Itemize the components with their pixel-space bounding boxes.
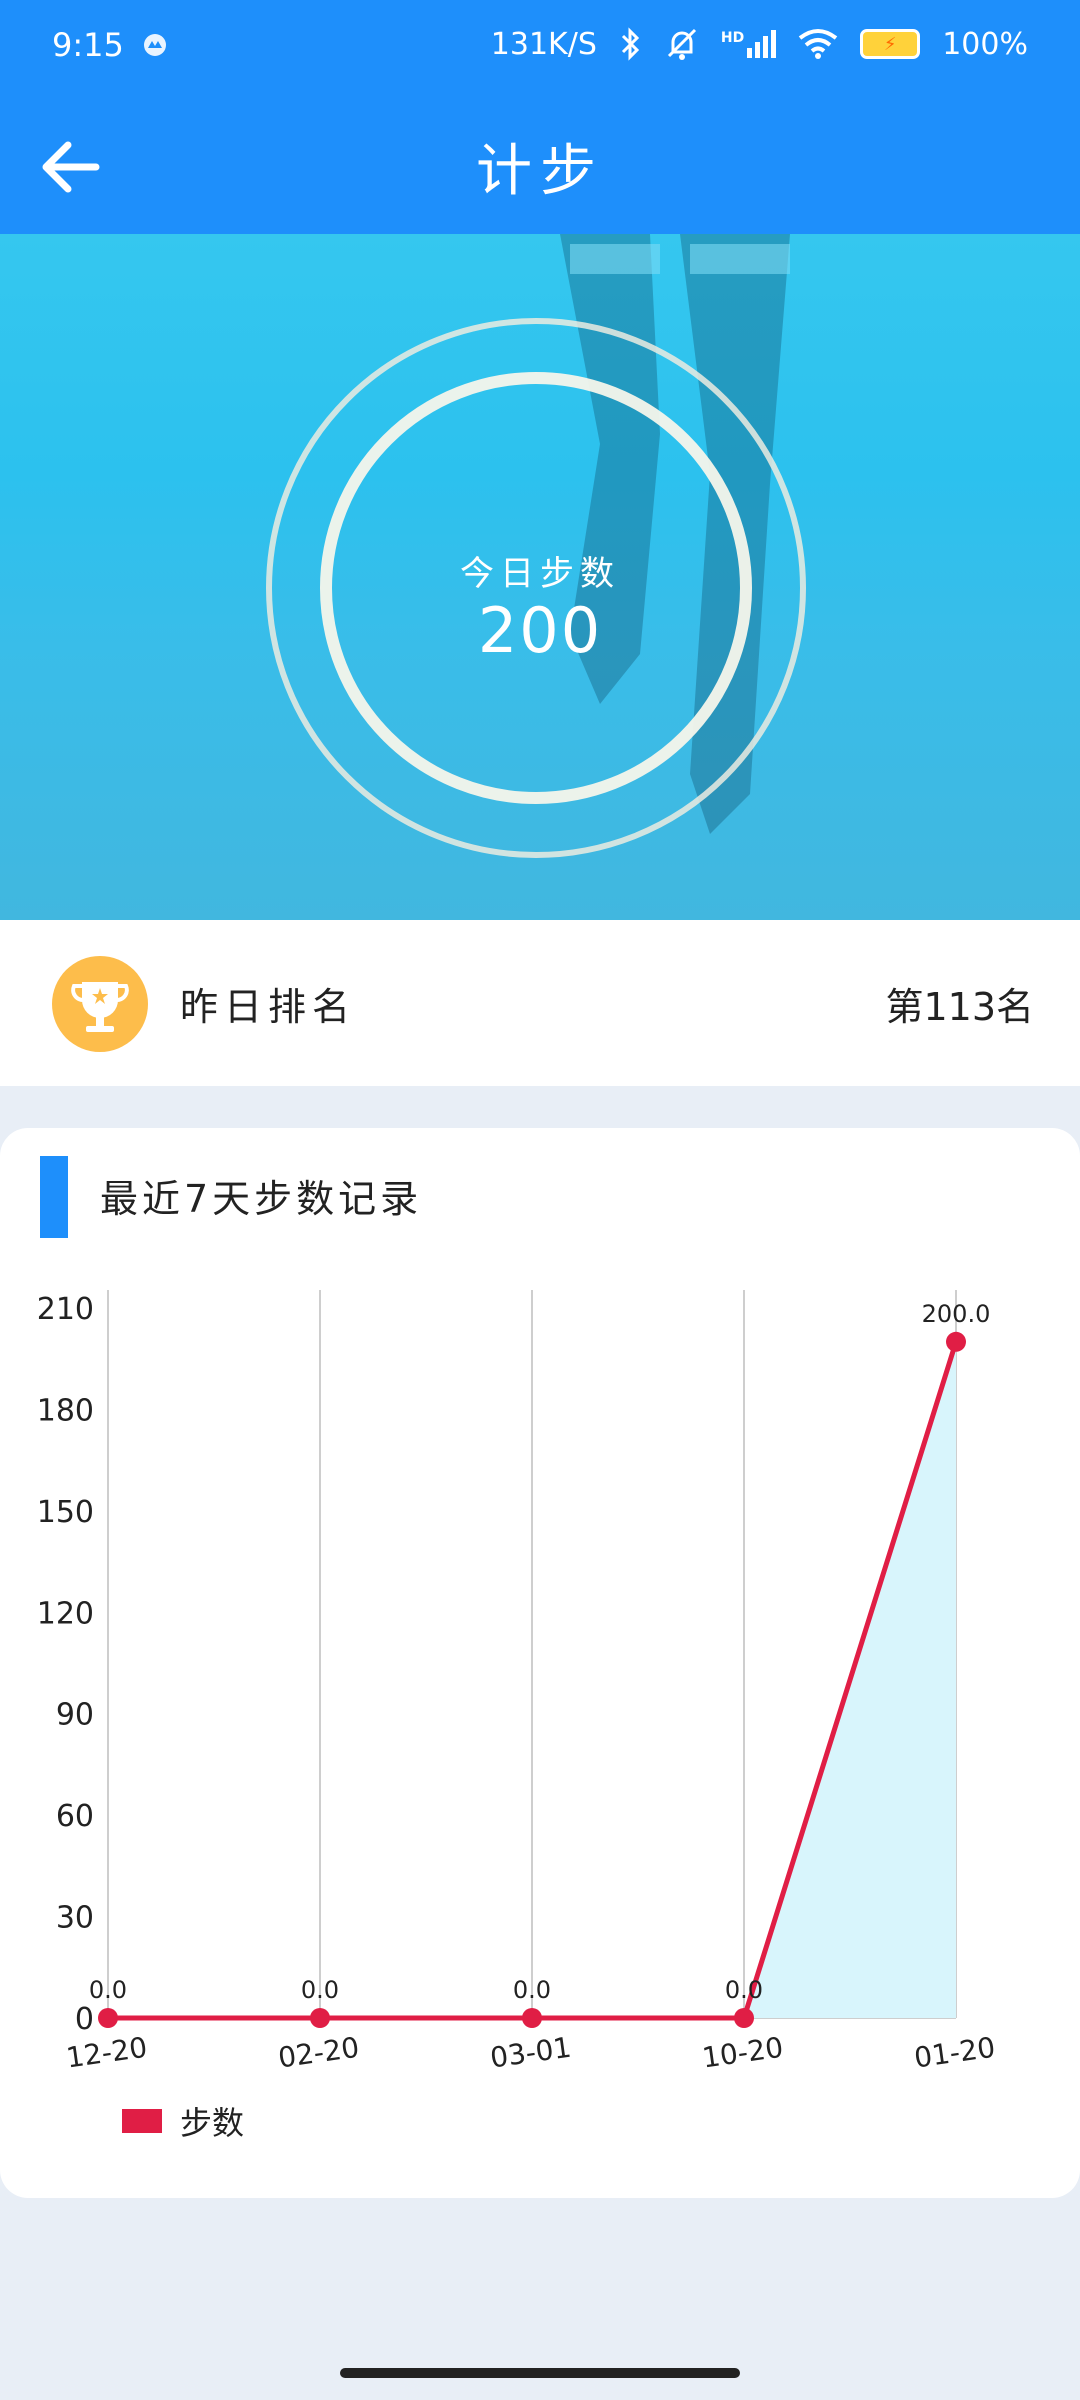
x-tick-label: 12-20 xyxy=(64,2031,149,2075)
signal-icon: HD xyxy=(720,30,777,58)
y-tick-label: 30 xyxy=(56,1901,94,1936)
data-point xyxy=(522,2008,542,2028)
network-speed: 131K/S xyxy=(490,26,597,62)
wifi-icon xyxy=(798,29,838,59)
signal-hd-label: HD xyxy=(720,30,745,46)
yesterday-ranking-label: 昨日排名 xyxy=(180,985,357,1029)
bluetooth-icon xyxy=(621,27,639,61)
data-point xyxy=(98,2008,118,2028)
data-point xyxy=(310,2008,330,2028)
x-tick-label: 02-20 xyxy=(276,2031,361,2075)
battery-icon: ⚡ xyxy=(860,29,921,59)
mute-bell-icon xyxy=(667,28,696,60)
y-tick-label: 120 xyxy=(37,1596,94,1631)
data-point xyxy=(734,2008,754,2028)
app-notification-icon xyxy=(143,34,166,56)
status-bar: 9:15 131K/S HD ⚡ 100% xyxy=(0,0,1080,96)
steps-line-chart: 0 30 60 90 120 150 180 210 12-20 02-20 03-01 10-20 0… xyxy=(37,1290,997,2075)
y-tick-label: 150 xyxy=(37,1495,94,1530)
page-title: 计步 xyxy=(476,139,604,204)
x-tick-label: 03-01 xyxy=(488,2031,573,2075)
x-tick-label: 01-20 xyxy=(912,2031,997,2075)
data-label: 0.0 xyxy=(725,1976,763,2004)
yesterday-ranking-value: 第113名 xyxy=(885,985,1034,1029)
home-indicator[interactable] xyxy=(340,2368,740,2378)
data-label: 0.0 xyxy=(89,1976,127,2004)
trophy-icon xyxy=(52,956,148,1052)
today-steps-label: 今日步数 xyxy=(460,554,620,594)
y-tick-label: 210 xyxy=(37,1292,94,1327)
status-left: 9:15 xyxy=(52,26,168,64)
x-tick-label: 10-20 xyxy=(700,2031,785,2075)
y-tick-label: 90 xyxy=(56,1698,94,1733)
status-time: 9:15 xyxy=(52,26,124,64)
chart-legend: 步数 xyxy=(122,2098,244,2144)
status-right: 131K/S HD ⚡ 100% xyxy=(491,26,1028,62)
data-label: 0.0 xyxy=(301,1976,339,2004)
legend-swatch xyxy=(122,2109,162,2133)
battery-level: 100% xyxy=(942,26,1028,62)
y-tick-label: 180 xyxy=(37,1393,94,1428)
today-steps-value: 200 xyxy=(477,594,603,667)
hero-banner: 今日步数 200 xyxy=(0,234,1080,920)
steps-chart-card: 最近7天步数记录 0 30 60 90 120 150 180 210 12-20 02-20 03… xyxy=(0,1128,1080,2198)
y-tick-label: 60 xyxy=(56,1799,94,1834)
y-tick-label: 0 xyxy=(75,2002,94,2037)
app-bar: 计步 xyxy=(0,96,1080,234)
data-point xyxy=(946,1331,966,1352)
data-label: 0.0 xyxy=(513,1976,551,2004)
data-label: 200.0 xyxy=(922,1300,991,1328)
ranking-row[interactable]: 昨日排名 第113名 xyxy=(0,920,1080,1086)
legend-label: 步数 xyxy=(180,2104,245,2142)
